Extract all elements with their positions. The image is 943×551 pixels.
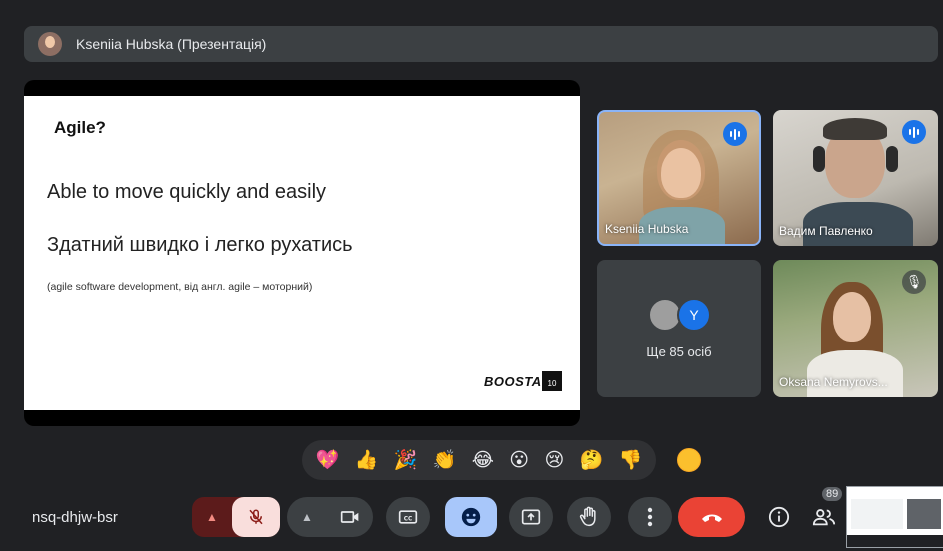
reaction-thumbs-down[interactable]: 👎 — [619, 450, 643, 470]
boosta-logo-number: 10 — [542, 371, 562, 391]
presenter-banner: Kseniia Hubska (Презентація) — [24, 26, 938, 62]
mic-off-icon — [249, 509, 263, 525]
camera-options-chevron-icon[interactable]: ▲ — [287, 497, 327, 537]
emoji-icon — [461, 507, 481, 527]
participant-tile-kseniia[interactable]: Kseniia Hubska — [597, 110, 761, 246]
call-end-icon — [701, 514, 722, 522]
raise-hand-icon — [579, 506, 596, 527]
speaking-indicator-icon — [723, 122, 747, 146]
reaction-thinking[interactable]: 🤔 — [580, 450, 604, 470]
svg-text:CC: CC — [404, 516, 413, 522]
thumbnail-slide-preview — [851, 499, 903, 529]
participant-avatar-letter: Y — [677, 298, 711, 332]
more-vert-icon — [647, 507, 653, 527]
participant-name: Kseniia Hubska — [605, 222, 689, 236]
mic-options-chevron-icon[interactable]: ▲ — [192, 497, 232, 537]
more-options-button[interactable] — [628, 497, 672, 537]
meeting-details-button[interactable] — [763, 497, 795, 537]
participant-tile-vadym[interactable]: Вадим Павленко — [773, 110, 938, 246]
presenter-banner-text: Kseniia Hubska (Презентація) — [76, 36, 267, 52]
thumbnail-toolbar-preview — [847, 535, 943, 547]
slide-line-ukrainian: Здатний швидко і легко рухатись — [47, 234, 353, 256]
boosta-logo: BOOSTA — [484, 374, 542, 389]
present-now-button[interactable] — [509, 497, 553, 537]
present-screen-icon — [521, 509, 541, 525]
slide-note: (agile software development, від англ. a… — [47, 281, 313, 293]
info-icon — [768, 506, 790, 528]
more-participants-tile[interactable]: Y Ще 85 осіб — [597, 260, 761, 397]
reactions-bar: 💖 👍 🎉 👏 😂 😮 😢 🤔 👎 — [302, 440, 656, 480]
more-participants-count: Ще 85 осіб — [646, 344, 712, 359]
reaction-crying[interactable]: 😢 — [544, 450, 564, 470]
self-view-thumbnail[interactable] — [846, 486, 943, 548]
slide-line-english: Able to move quickly and easily — [47, 181, 327, 203]
meeting-code: nsq-dhjw-bsr — [32, 509, 118, 526]
show-everyone-button[interactable] — [808, 497, 840, 537]
mic-control-group: ▲ — [192, 497, 280, 537]
reaction-clapping[interactable]: 👏 — [433, 450, 457, 470]
reaction-surprised[interactable]: 😮 — [509, 450, 529, 470]
raise-hand-button[interactable] — [567, 497, 611, 537]
people-count-badge: 89 — [822, 487, 843, 501]
participant-name: Oksana Nemyrovs... — [779, 375, 888, 389]
videocam-icon — [340, 511, 359, 523]
camera-control-group: ▲ — [287, 497, 373, 537]
slide: Agile? Able to move quickly and easily З… — [24, 96, 580, 410]
reaction-laughing[interactable]: 😂 — [472, 450, 494, 470]
participant-tile-oksana[interactable]: 🎙 Oksana Nemyrovs... — [773, 260, 938, 397]
skin-tone-selector[interactable] — [677, 448, 701, 472]
speaking-indicator-icon — [902, 120, 926, 144]
camera-toggle-button[interactable] — [327, 497, 373, 537]
reaction-party-popper[interactable]: 🎉 — [394, 450, 418, 470]
thumbnail-tiles-preview — [907, 499, 941, 529]
reaction-thumbs-up[interactable]: 👍 — [355, 450, 379, 470]
mic-toggle-button[interactable] — [232, 497, 280, 537]
presentation-area: Agile? Able to move quickly and easily З… — [24, 80, 580, 426]
people-icon — [812, 509, 836, 526]
send-reaction-button[interactable] — [445, 497, 497, 537]
mic-off-icon: 🎙 — [902, 270, 926, 294]
slide-heading: Agile? — [54, 118, 106, 137]
captions-button[interactable]: CC — [386, 497, 430, 537]
presenter-avatar — [38, 32, 62, 56]
participant-name: Вадим Павленко — [779, 224, 873, 238]
leave-call-button[interactable] — [678, 497, 745, 537]
reaction-sparkling-heart[interactable]: 💖 — [316, 450, 340, 470]
closed-caption-icon: CC — [398, 510, 418, 524]
